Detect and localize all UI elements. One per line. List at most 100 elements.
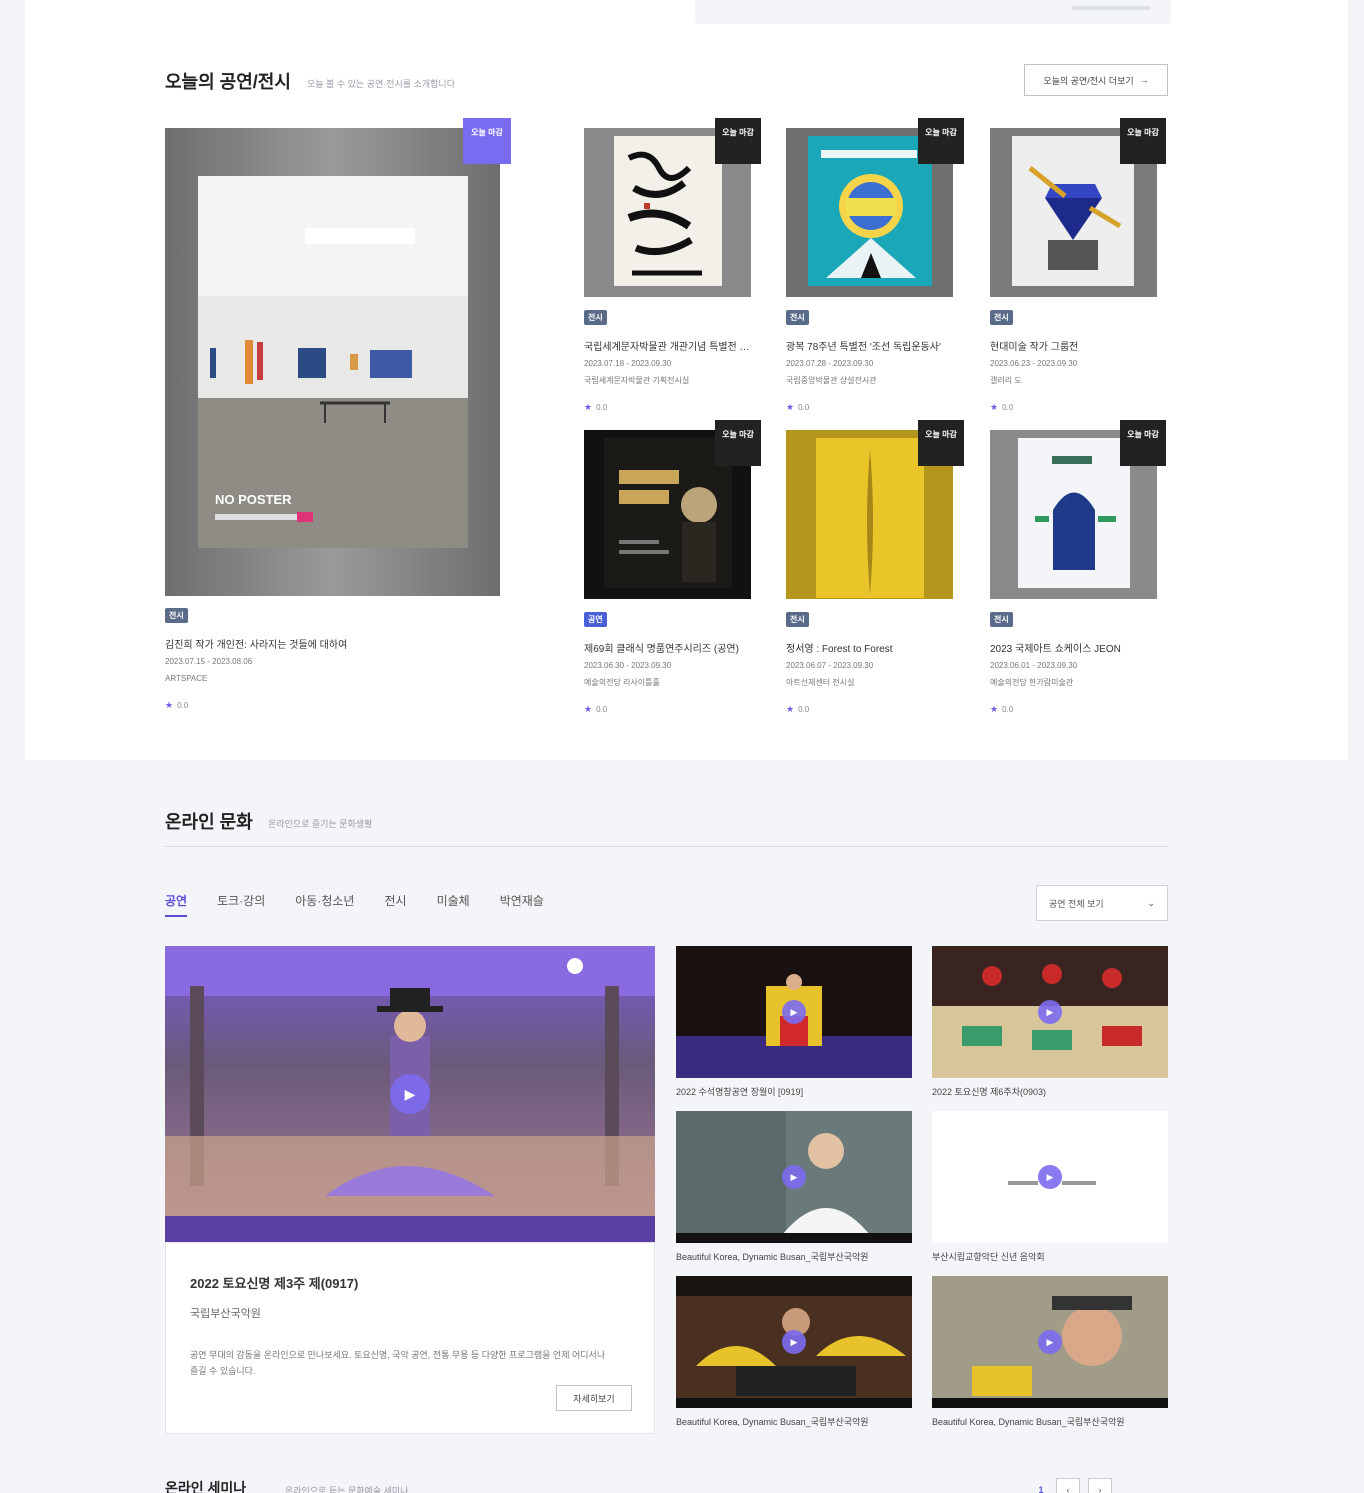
category-tag: 전시 — [165, 608, 188, 623]
video-caption[interactable]: Beautiful Korea, Dynamic Busan_국립부산국악원 — [676, 1415, 912, 1428]
next-page-button[interactable]: › — [1088, 1478, 1112, 1493]
video-thumb-6[interactable]: ▶ — [932, 1276, 1168, 1408]
rating: ★ 0.0 — [584, 402, 608, 412]
rating: ★ 0.0 — [584, 704, 608, 714]
video-caption[interactable]: 2022 토요신명 제6주차(0903) — [932, 1085, 1168, 1098]
play-icon[interactable]: ▶ — [782, 1330, 806, 1354]
play-icon[interactable]: ▶ — [1038, 1330, 1062, 1354]
view-select-label: 공연 전체 보기 — [1049, 898, 1104, 909]
video-title[interactable]: 2022 토요신명 제3주 제(0917) — [190, 1273, 358, 1292]
rating: ★ 0.0 — [165, 700, 189, 710]
category-tag: 전시 — [786, 612, 809, 627]
play-icon[interactable]: ▶ — [782, 1000, 806, 1024]
category-tabs: 공연 토크·강의 아동·청소년 전시 미술체 박연재슬 — [165, 892, 544, 917]
chevron-down-icon: ⌄ — [1147, 897, 1155, 908]
deadline-badge: 오늘 마감 — [918, 118, 964, 164]
video-caption[interactable]: 부산시립교향악단 신년 음악회 — [932, 1250, 1168, 1263]
star-icon: ★ — [786, 704, 795, 714]
card-venue: 예술의전당 한가람미술관 — [990, 678, 1074, 687]
card-venue: 예술의전당 리사이틀홀 — [584, 678, 660, 687]
category-tag: 전시 — [990, 612, 1013, 627]
tab-exhibition[interactable]: 전시 — [384, 892, 406, 917]
card-venue: 국립중앙박물관 상설전시관 — [786, 376, 877, 385]
tab-art[interactable]: 미술체 — [437, 892, 470, 917]
poster-text: NO POSTER — [215, 492, 292, 507]
play-icon[interactable]: ▶ — [1038, 1165, 1062, 1189]
tab-talk[interactable]: 토크·강의 — [217, 892, 265, 917]
card-title[interactable]: 제69회 클래식 명품연주시리즈 (공연) — [584, 640, 752, 655]
category-tag: 공연 — [584, 612, 607, 627]
more-button[interactable]: 오늘의 공연/전시 더보기 → — [1024, 64, 1168, 96]
video-subtitle: 국립부산국악원 — [190, 1308, 261, 1320]
video-caption[interactable]: Beautiful Korea, Dynamic Busan_국립부산국악원 — [676, 1250, 912, 1263]
play-icon[interactable]: ▶ — [782, 1165, 806, 1189]
more-button-label: 오늘의 공연/전시 더보기 — [1043, 75, 1134, 86]
card-venue: 국립세계문자박물관 기획전시실 — [584, 376, 690, 385]
video-thumb-5[interactable]: ▶ — [676, 1276, 912, 1408]
detail-button[interactable]: 자세히보기 — [556, 1385, 632, 1411]
deadline-badge: 오늘 마감 — [463, 118, 511, 164]
card-title[interactable]: 2023 국제아트 쇼케이스 JEON — [990, 640, 1158, 655]
featured-poster[interactable]: NO POSTER — [165, 128, 500, 596]
category-tag: 전시 — [584, 310, 607, 325]
video-thumb-4[interactable]: ▶ — [932, 1111, 1168, 1243]
view-select[interactable]: 공연 전체 보기 ⌄ — [1036, 885, 1168, 921]
video-description: 공연 무대의 감동을 온라인으로 만나보세요. 토요신명, 국악 공연, 전통 … — [190, 1350, 606, 1376]
section-subtitle: 온라인으로 즐기는 문화생활 — [268, 819, 373, 829]
card-date: 2023.07.28 - 2023.09.30 — [786, 359, 874, 368]
card-title[interactable]: 현대미술 작가 그룹전 — [990, 338, 1158, 353]
card-title[interactable]: 광복 78주년 특별전 '조선 독립운동사' — [786, 338, 954, 353]
rating: ★ 0.0 — [786, 402, 810, 412]
page-number[interactable]: 1 — [1034, 1478, 1048, 1493]
rating: ★ 0.0 — [786, 704, 810, 714]
deadline-badge: 오늘 마감 — [715, 118, 761, 164]
video-caption[interactable]: 2022 수석명창공연 장월이 [0919] — [676, 1085, 912, 1098]
main-video[interactable]: ▶ — [165, 946, 655, 1242]
card-date: 2023.06.07 - 2023.09.30 — [786, 661, 874, 670]
play-icon[interactable]: ▶ — [1038, 1000, 1062, 1024]
gallery-photo — [165, 128, 500, 596]
star-icon: ★ — [786, 402, 795, 412]
rating: ★ 0.0 — [990, 704, 1014, 714]
deadline-badge: 오늘 마감 — [918, 420, 964, 466]
video-thumb-1[interactable]: ▶ — [676, 946, 912, 1078]
section-subtitle: 오늘 볼 수 있는 공연·전시를 소개합니다 — [307, 79, 455, 89]
star-icon: ★ — [990, 402, 999, 412]
tab-performance[interactable]: 공연 — [165, 892, 188, 917]
video-thumb-3[interactable]: ▶ — [676, 1111, 912, 1243]
section-title: 온라인 문화 — [165, 812, 253, 832]
section-title: 오늘의 공연/전시 — [165, 72, 291, 92]
card-title[interactable]: 국립세계문자박물관 개관기념 특별전 - 문자로 이어진 세상 — [584, 338, 752, 353]
main-video-info: 2022 토요신명 제3주 제(0917) 국립부산국악원 공연 무대의 감동을… — [165, 1242, 655, 1434]
deadline-badge: 오늘 마감 — [1120, 118, 1166, 164]
section-divider — [165, 846, 1169, 847]
card-venue: 아트선재센터 전시실 — [786, 678, 855, 687]
tab-kids[interactable]: 아동·청소년 — [295, 892, 354, 917]
section-subtitle: 온라인으로 듣는 문화예술 세미나 — [285, 1486, 409, 1493]
search-bar-remnant — [695, 0, 1171, 24]
card-date: 2023.06.23 - 2023.09.30 — [990, 359, 1078, 368]
tab-etc[interactable]: 박연재슬 — [500, 892, 544, 917]
star-icon: ★ — [990, 704, 999, 714]
star-icon: ★ — [584, 704, 593, 714]
category-tag: 전시 — [786, 310, 809, 325]
section-title: 온라인 세미나 — [165, 1480, 247, 1493]
arrow-right-icon: → — [1139, 75, 1149, 85]
video-caption[interactable]: Beautiful Korea, Dynamic Busan_국립부산국악원 — [932, 1415, 1168, 1428]
play-icon[interactable]: ▶ — [390, 1074, 430, 1114]
prev-page-button[interactable]: ‹ — [1056, 1478, 1080, 1493]
card-date: 2023.06.01 - 2023.09.30 — [990, 661, 1078, 670]
video-thumb-2[interactable]: ▶ — [932, 946, 1168, 1078]
card-venue: ARTSPACE — [165, 674, 208, 683]
star-icon: ★ — [165, 700, 174, 710]
card-date: 2023.07.15 - 2023.08.06 — [165, 657, 253, 666]
card-venue: 갤러리 도 — [990, 376, 1022, 385]
card-date: 2023.06.30 - 2023.09.30 — [584, 661, 672, 670]
rating: ★ 0.0 — [990, 402, 1014, 412]
pagination: 1 ‹ › — [1034, 1478, 1112, 1493]
deadline-badge: 오늘 마감 — [1120, 420, 1166, 466]
deadline-badge: 오늘 마감 — [715, 420, 761, 466]
card-title[interactable]: 김진희 작가 개인전: 사라지는 것들에 대하여 — [165, 636, 495, 651]
card-title[interactable]: 정서영 : Forest to Forest — [786, 640, 954, 655]
star-icon: ★ — [584, 402, 593, 412]
